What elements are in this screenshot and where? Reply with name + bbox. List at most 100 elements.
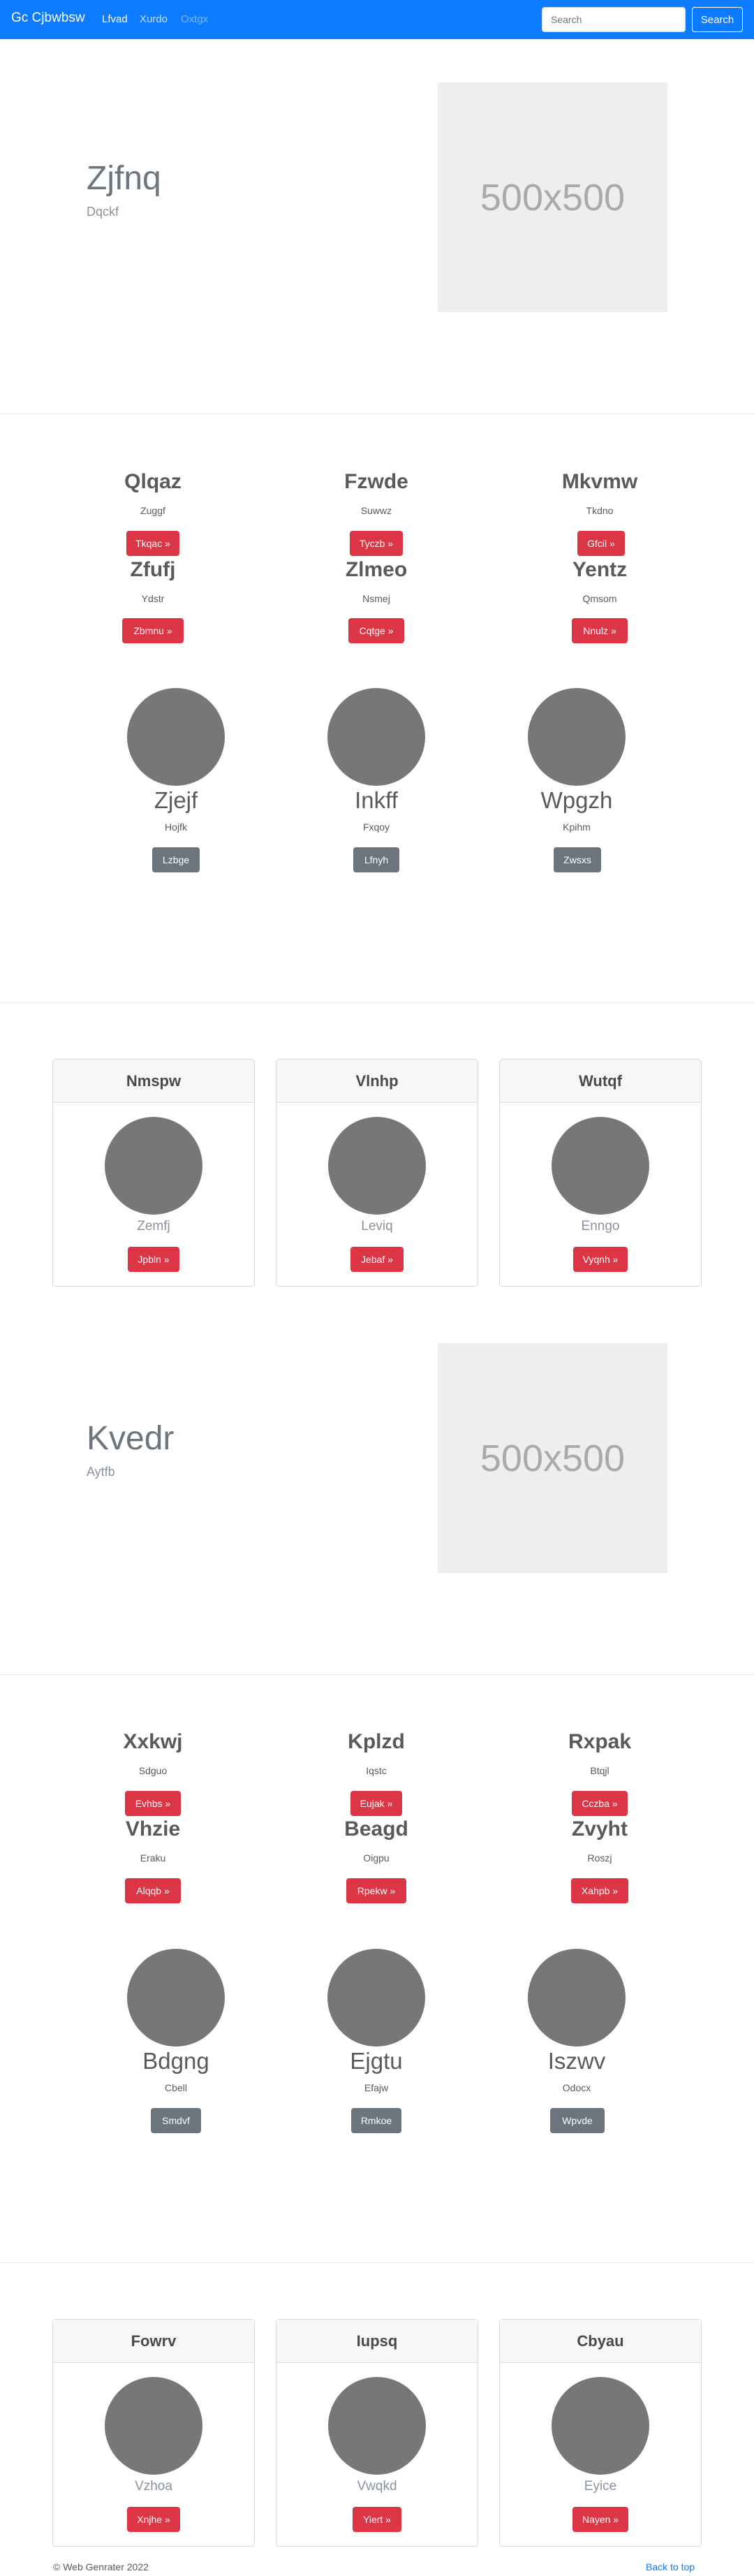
- card: Iupsq Vwqkd Yiert »: [276, 2319, 478, 2547]
- hero-image-label: 500x500: [480, 1437, 626, 1479]
- circle-image: [327, 1949, 425, 2047]
- section-divider: [0, 1674, 754, 1675]
- feature-subtitle: Ydstr: [141, 593, 165, 604]
- card-text: Vzhoa: [135, 2479, 172, 2494]
- search-input[interactable]: [542, 7, 686, 32]
- card-button[interactable]: Nayen »: [572, 2507, 628, 2532]
- circle-button[interactable]: Lfnyh: [353, 847, 399, 872]
- nav-link-2[interactable]: Xurdo: [140, 13, 168, 25]
- back-to-top-link[interactable]: Back to top: [646, 2561, 695, 2573]
- circle-subtitle: Fxqoy: [362, 821, 390, 833]
- feature-button[interactable]: Rpekw »: [346, 1878, 406, 1903]
- hero-placeholder-image: 500x500: [438, 1343, 667, 1573]
- feature-button[interactable]: Gfcil »: [577, 531, 625, 556]
- feature-title: Zvyht: [571, 1817, 628, 1840]
- search-button[interactable]: Search: [692, 7, 743, 32]
- feature-title: Qlqaz: [124, 470, 182, 493]
- card-text: Eyice: [584, 2479, 617, 2494]
- nav-link-3-disabled: Oxtgx: [181, 13, 209, 25]
- card-image: [105, 1117, 202, 1215]
- feature-title: Fzwde: [344, 470, 408, 493]
- feature-subtitle: Eraku: [140, 1852, 166, 1864]
- circle-subtitle: Kpihm: [563, 821, 591, 833]
- hero-title: Kvedr: [87, 1420, 175, 1457]
- card-header: Vlnhp: [276, 1060, 478, 1103]
- circle-button[interactable]: Rmkoe: [351, 2108, 401, 2133]
- circle-title: Ejgtu: [350, 2048, 403, 2074]
- circle-subtitle: Cbell: [165, 2082, 187, 2093]
- card-button[interactable]: Yiert »: [353, 2507, 401, 2532]
- feature-subtitle: Sdguo: [138, 1765, 168, 1776]
- feature-button[interactable]: Alqqb »: [125, 1878, 181, 1903]
- circle-title: Inkff: [355, 787, 398, 813]
- card-image: [328, 1117, 426, 1215]
- feature-subtitle: Qmsom: [582, 593, 617, 604]
- circle-title: Zjejf: [154, 787, 198, 813]
- feature-title: Vhzie: [125, 1817, 181, 1840]
- circle-image: [528, 688, 626, 786]
- feature-title: Yentz: [572, 558, 628, 581]
- hero-subtitle: Dqckf: [87, 205, 119, 219]
- feature-button[interactable]: Zbmnu »: [122, 618, 184, 643]
- feature-button[interactable]: Tyczb »: [350, 531, 403, 556]
- circle-image: [327, 688, 425, 786]
- feature-title: Kplzd: [348, 1730, 405, 1753]
- card-text: Enngo: [581, 1219, 620, 1234]
- circle-button[interactable]: Smdvf: [151, 2108, 201, 2133]
- feature-subtitle: Btqjl: [590, 1765, 609, 1776]
- feature-button[interactable]: Tkqac »: [126, 531, 179, 556]
- feature-subtitle: Zuggf: [140, 505, 165, 516]
- card-button[interactable]: Vyqnh »: [573, 1247, 628, 1272]
- card-image: [552, 1117, 649, 1215]
- card-header: Nmspw: [53, 1060, 254, 1103]
- circle-image: [127, 1949, 225, 2047]
- circle-button[interactable]: Wpvde: [550, 2108, 605, 2133]
- navbar-brand[interactable]: Gc Cjbwbsw: [11, 10, 85, 26]
- circle-title: Wpgzh: [540, 787, 613, 813]
- feature-title: Zlmeo: [345, 558, 408, 581]
- hero-title: Zjfnq: [87, 160, 161, 197]
- nav-link-1[interactable]: Lfvad: [102, 13, 128, 25]
- card: Cbyau Eyice Nayen »: [499, 2319, 702, 2547]
- feature-title: Xxkwj: [123, 1730, 183, 1753]
- circle-image: [127, 688, 225, 786]
- card-image: [552, 2377, 649, 2475]
- card-image: [328, 2377, 426, 2475]
- card: Fowrv Vzhoa Xnjhe »: [52, 2319, 255, 2547]
- feature-button[interactable]: Nnulz »: [572, 618, 628, 643]
- navbar: Gc Cjbwbsw Lfvad Xurdo Oxtgx Search: [0, 0, 754, 39]
- section-divider: [0, 1002, 754, 1003]
- feature-subtitle: Iqstc: [366, 1765, 387, 1776]
- card-button[interactable]: Xnjhe »: [127, 2507, 180, 2532]
- feature-subtitle: Tkdno: [586, 505, 614, 516]
- card-button[interactable]: Jpbln »: [128, 1247, 179, 1272]
- feature-subtitle: Nsmej: [362, 593, 390, 604]
- card-image: [105, 2377, 202, 2475]
- card-button[interactable]: Jebaf »: [350, 1247, 404, 1272]
- circle-button[interactable]: Lzbge: [152, 847, 200, 872]
- feature-button[interactable]: Cqtge »: [348, 618, 404, 643]
- feature-subtitle: Oigpu: [363, 1852, 390, 1864]
- card: Nmspw Zemfj Jpbln »: [52, 1059, 255, 1287]
- feature-title: Zfufj: [130, 558, 176, 581]
- circle-subtitle: Efajw: [364, 2082, 389, 2093]
- card: Wutqf Enngo Vyqnh »: [499, 1059, 702, 1287]
- circle-subtitle: Hojfk: [165, 821, 187, 833]
- hero-subtitle: Aytfb: [87, 1465, 115, 1479]
- feature-title: Mkvmw: [561, 470, 638, 493]
- circle-image: [528, 1949, 626, 2047]
- feature-subtitle: Roszj: [587, 1852, 612, 1864]
- feature-title: Rxpak: [568, 1730, 632, 1753]
- circle-title: Iszwv: [547, 2048, 606, 2074]
- feature-button[interactable]: Xahpb »: [571, 1878, 628, 1903]
- feature-button[interactable]: Cczba »: [572, 1791, 628, 1816]
- feature-button[interactable]: Evhbs »: [125, 1791, 181, 1816]
- card-text: Zemfj: [137, 1219, 170, 1234]
- circle-button[interactable]: Zwsxs: [554, 847, 601, 872]
- feature-subtitle: Suwwz: [360, 505, 392, 516]
- circle-title: Bdgng: [142, 2048, 209, 2074]
- hero-placeholder-image: 500x500: [438, 82, 667, 312]
- card: Vlnhp Leviq Jebaf »: [276, 1059, 478, 1287]
- feature-button[interactable]: Eujak »: [350, 1791, 402, 1816]
- circle-subtitle: Odocx: [562, 2082, 591, 2093]
